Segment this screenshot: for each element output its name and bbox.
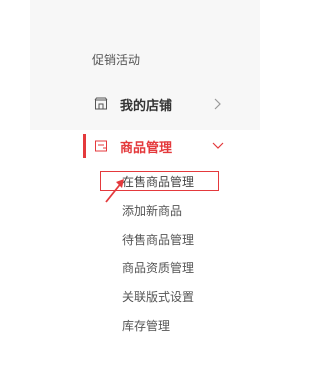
active-indicator <box>83 134 86 158</box>
arrow-annotation <box>105 179 124 203</box>
chevron-right-icon <box>214 98 221 110</box>
store-icon <box>94 97 108 110</box>
sidebar-item-my-store[interactable]: 我的店铺 <box>30 86 260 122</box>
chevron-down-icon <box>212 142 224 149</box>
submenu-item-add-goods[interactable]: 添加新商品 <box>122 202 182 219</box>
goods-icon <box>95 140 107 152</box>
submenu-item-inventory[interactable]: 库存管理 <box>122 317 170 334</box>
submenu-item-related-layout[interactable]: 关联版式设置 <box>122 288 194 305</box>
sidebar-item-label: 我的店铺 <box>120 99 173 114</box>
sidebar-item-label: 商品管理 <box>120 141 173 156</box>
submenu-item-goods-qualification[interactable]: 商品资质管理 <box>122 259 194 276</box>
sidebar-item-goods-management[interactable]: 商品管理 <box>30 130 260 162</box>
sidebar-item-promotions[interactable]: 促销活动 <box>92 51 140 68</box>
submenu-item-pending-goods[interactable]: 待售商品管理 <box>122 231 194 248</box>
